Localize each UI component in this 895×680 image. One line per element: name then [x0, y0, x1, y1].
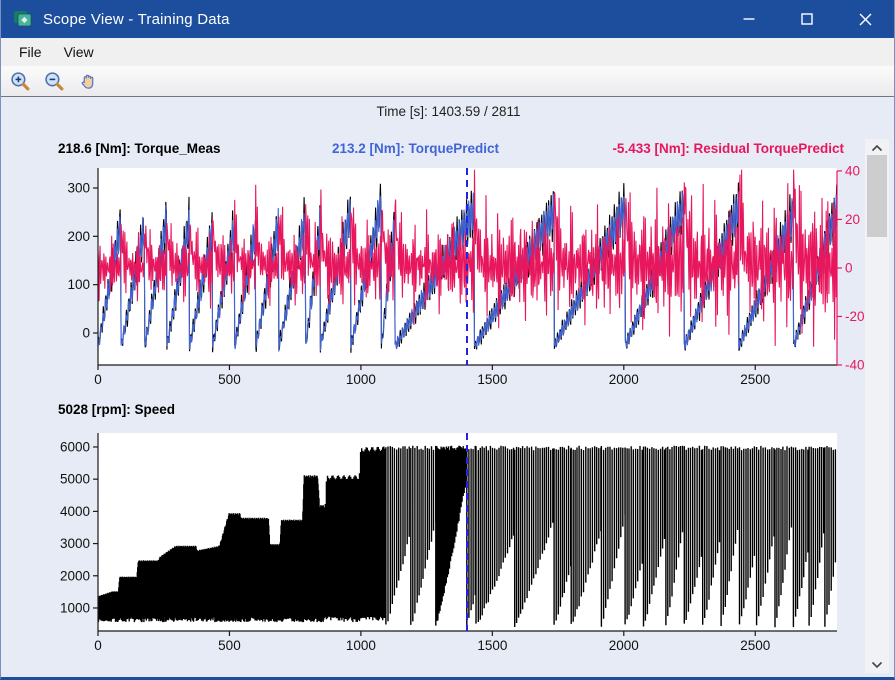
zoom-in-icon: [10, 71, 31, 92]
menu-file[interactable]: File: [9, 41, 52, 63]
window-controls: [720, 0, 894, 38]
tick-label: 5000: [60, 472, 90, 487]
tick-label: 4000: [60, 504, 90, 519]
tick-label: 0: [845, 260, 853, 275]
tick-label: 2500: [740, 638, 770, 653]
readout-residual: -5.433 [Nm]: Residual TorquePredict: [612, 141, 844, 156]
scrollbar-thumb[interactable]: [867, 155, 887, 237]
zoom-out-icon: [44, 71, 65, 92]
maximize-icon: [801, 13, 813, 25]
readout-speed: 5028 [rpm]: Speed: [58, 402, 175, 417]
close-icon: [859, 13, 872, 26]
tick-label: 200: [67, 229, 90, 244]
tick-label: 2500: [740, 372, 770, 387]
zoom-in-button[interactable]: [7, 69, 33, 93]
tick-label: 6000: [60, 439, 90, 454]
tick-label: 0: [94, 638, 102, 653]
readout-torque-predict: 213.2 [Nm]: TorquePredict: [332, 141, 499, 156]
tick-label: 0: [82, 326, 90, 341]
tick-label: 0: [94, 372, 102, 387]
time-cursor-readout: Time [s]: 1403.59 / 2811: [1, 104, 895, 119]
tick-label: 500: [218, 372, 241, 387]
tick-label: 300: [67, 181, 90, 196]
tick-label: -40: [845, 358, 865, 373]
tick-label: 2000: [60, 568, 90, 583]
toolbar: [1, 66, 894, 97]
tick-label: 20: [845, 212, 860, 227]
tick-label: 1000: [60, 600, 90, 615]
pan-hand-icon: [78, 71, 99, 92]
titlebar[interactable]: Scope View - Training Data: [1, 0, 894, 38]
vertical-scrollbar[interactable]: [865, 139, 889, 673]
zoom-out-button[interactable]: [41, 69, 67, 93]
minimize-icon: [743, 13, 755, 25]
minimize-button[interactable]: [720, 0, 778, 38]
app-icon: [13, 10, 33, 28]
tick-label: 2000: [609, 372, 639, 387]
chevron-down-icon: [871, 661, 883, 669]
scroll-down-button[interactable]: [865, 656, 889, 673]
pan-button[interactable]: [75, 69, 101, 93]
readout-torque-meas: 218.6 [Nm]: Torque_Meas: [58, 141, 221, 156]
tick-label: 1500: [477, 638, 507, 653]
tick-label: 1500: [477, 372, 507, 387]
tick-label: 1000: [346, 372, 376, 387]
tick-label: 3000: [60, 536, 90, 551]
menubar: File View: [1, 38, 894, 66]
tick-label: 2000: [609, 638, 639, 653]
close-button[interactable]: [836, 0, 894, 38]
tick-label: 40: [845, 163, 860, 178]
tick-label: 100: [67, 277, 90, 292]
charts-canvas: 0500100015002000250005001000150020002500…: [1, 97, 894, 677]
tick-label: 500: [218, 638, 241, 653]
scroll-up-button[interactable]: [865, 139, 889, 156]
menu-view[interactable]: View: [54, 41, 104, 63]
chevron-up-icon: [871, 144, 883, 152]
window-title: Scope View - Training Data: [43, 11, 230, 28]
tick-label: -20: [845, 309, 865, 324]
scope-view-window: Scope View - Training Data File View: [0, 0, 895, 680]
tick-label: 1000: [346, 638, 376, 653]
maximize-button[interactable]: [778, 0, 836, 38]
